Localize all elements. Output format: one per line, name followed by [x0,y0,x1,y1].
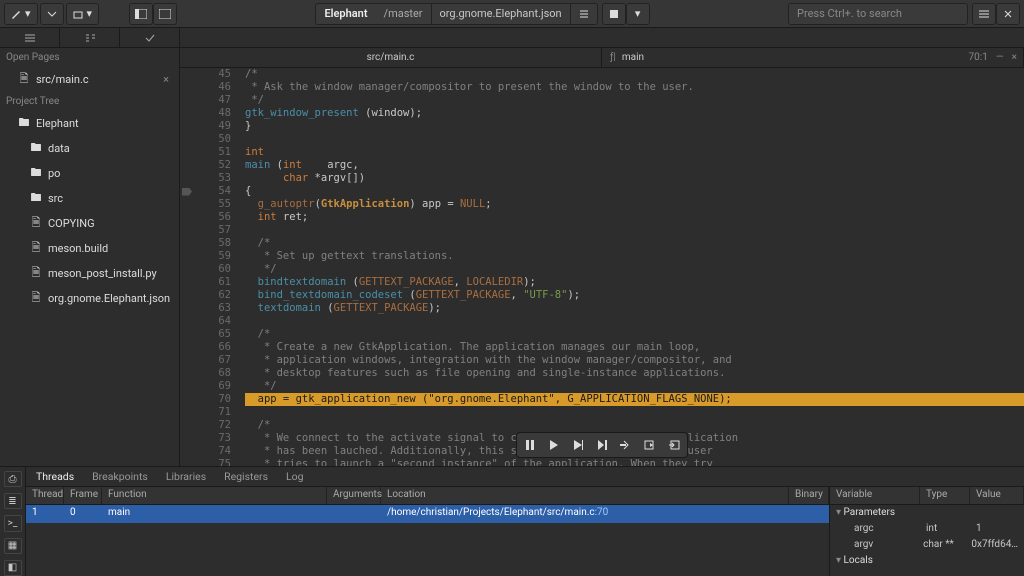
tree-item[interactable]: 🗎org.gnome.Elephant.json [0,286,179,311]
view-tree-button[interactable] [60,28,120,47]
chevron-down-icon: ▾ [25,7,31,20]
project-name: Elephant [316,4,375,24]
file-icon: 🗎 [30,264,42,283]
box-icon [73,9,83,19]
panel-icon-5[interactable]: ◧ [4,560,22,576]
panel-left-icon [135,9,147,19]
folder-icon: 🖿 [18,114,30,133]
close-icon [1003,9,1013,19]
pause-icon [525,440,535,450]
step-out-icon [644,440,656,450]
continue-button[interactable] [543,435,565,455]
global-search[interactable]: Press Ctrl+. to search [788,3,968,25]
variable-row[interactable]: argcint1 [830,521,1024,537]
open-menu-button[interactable]: ▾ [66,3,100,25]
tree-item[interactable]: 🖿po [0,161,179,186]
tab-extra: — [996,52,1004,63]
view-check-button[interactable] [120,28,180,47]
project-tree-header: Project Tree [0,92,179,111]
header-bar: ▾ ▾ Elephant / master org.gnome.Elephant… [0,0,1024,28]
tab-source[interactable]: src/main.c [180,48,602,67]
close-icon[interactable]: × [1012,52,1017,63]
exit-icon [668,440,680,450]
parameters-group[interactable]: Parameters [830,505,1024,521]
panel-tab-breakpoints[interactable]: Breakpoints [92,470,148,483]
tree-icon [84,33,96,43]
new-file-button[interactable] [40,3,64,25]
back-menu-button[interactable]: ▾ [4,3,38,25]
tree-item[interactable]: 🗎meson_post_install.py [0,261,179,286]
function-icon: ƒ| [602,52,616,63]
panel-left-button[interactable] [129,3,153,25]
tree-item[interactable]: 🖿data [0,136,179,161]
chevron-down-icon [47,9,57,19]
folder-icon: 🖿 [30,164,42,183]
list-icon [24,33,36,43]
step-into-button[interactable] [591,435,613,455]
panel-bottom-icon [159,9,171,19]
panel-tab-threads[interactable]: Threads [36,470,74,483]
folder-icon: 🖿 [30,189,42,208]
exit-button[interactable] [663,435,685,455]
step-in-icon [620,440,632,450]
run-menu-button[interactable]: ▾ [626,3,650,25]
step-out-button[interactable] [639,435,661,455]
panel-tab-libraries[interactable]: Libraries [166,470,206,483]
sidebar: Open Pages 🗎src/main.c× Project Tree 🖿El… [0,48,180,466]
branch-name: / master [376,4,431,24]
file-icon: 🗎 [18,70,30,89]
panel-icon-4[interactable]: ▦ [4,538,22,554]
pause-button[interactable] [519,435,541,455]
config-icon[interactable] [571,4,597,24]
debug-panel: ⎙ ≣ >_ ▦ ◧ Threads Breakpoints Libraries Re… [0,466,1024,576]
hamburger-menu-button[interactable] [972,3,996,25]
panel-icon-1[interactable]: ⎙ [4,471,22,487]
stop-icon [610,10,618,18]
thread-row[interactable]: 1 0 main /home/christian/Projects/Elepha… [26,505,829,523]
play-icon [549,440,559,450]
chevron-down-icon: ▾ [87,7,93,20]
locals-group[interactable]: Locals [830,553,1024,569]
code-editor[interactable]: 4546474849505152535455565758596061626364… [180,68,1024,466]
panel-icon-terminal[interactable]: >_ [4,515,22,531]
editor-tabbar: src/main.c ƒ| main 70:1 — × [180,48,1024,68]
panel-bottom-button[interactable] [153,3,177,25]
pencil-icon [11,9,21,19]
file-icon: 🗎 [30,239,42,258]
close-window-button[interactable] [996,3,1020,25]
panel-tab-log[interactable]: Log [286,470,304,483]
step-over-icon [573,440,583,450]
open-pages-header: Open Pages [0,48,179,67]
chevron-down-icon: ▾ [635,7,641,20]
file-icon: 🗎 [30,214,42,233]
tab-function[interactable]: ƒ| main 70:1 — × [602,48,1024,67]
step-over-button[interactable] [567,435,589,455]
variable-row[interactable]: argvchar **0x7ffd64… [830,537,1024,553]
open-page-item[interactable]: 🗎src/main.c× [0,67,179,92]
stop-button[interactable] [602,3,626,25]
menu-icon [978,9,990,19]
debug-controls [516,432,688,458]
view-list-button[interactable] [0,28,60,47]
panel-icon-2[interactable]: ≣ [4,493,22,509]
step-in-button[interactable] [615,435,637,455]
tree-item[interactable]: 🖿src [0,186,179,211]
close-icon[interactable]: × [163,73,169,86]
panel-tabs: Threads Breakpoints Libraries Registers Log [26,467,1024,487]
threads-header-row: Thread Frame Function Arguments Location… [26,487,829,505]
tree-item[interactable]: 🖿Elephant [0,111,179,136]
build-target: org.gnome.Elephant.json [432,4,570,24]
panel-tab-registers[interactable]: Registers [224,470,268,483]
folder-icon: 🖿 [30,139,42,158]
tree-item[interactable]: 🗎meson.build [0,236,179,261]
variables-header-row: Variable Type Value [830,487,1024,505]
file-icon: 🗎 [30,289,42,308]
perspective-toolbar [0,28,1024,48]
step-into-icon [597,440,607,450]
cursor-position: 70:1 [969,52,988,63]
omnibar[interactable]: Elephant / master org.gnome.Elephant.jso… [315,3,597,25]
check-icon [144,33,156,43]
tree-item[interactable]: 🗎COPYING [0,211,179,236]
